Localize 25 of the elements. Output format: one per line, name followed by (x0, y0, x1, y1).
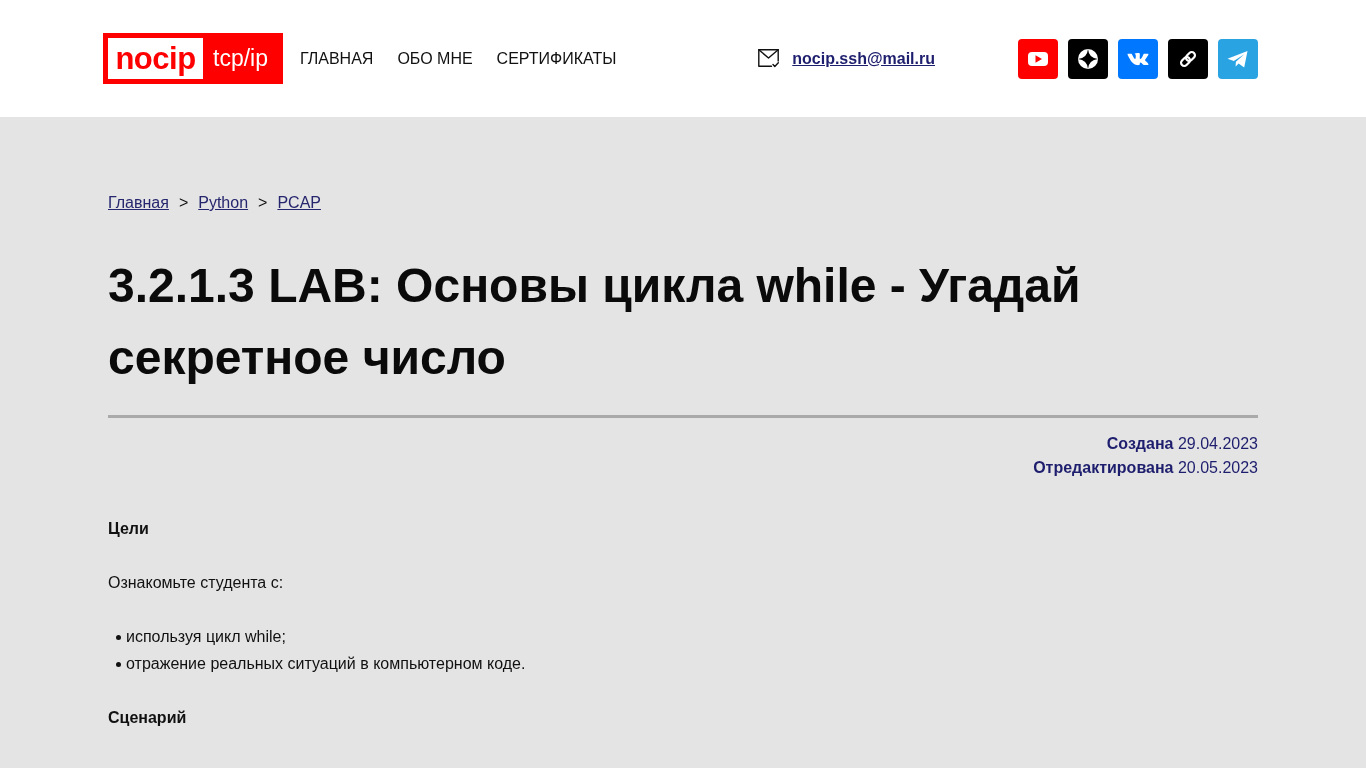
edited-date: Отредактирована 20.05.2023 (1033, 458, 1258, 478)
nav-link[interactable]: ОБО МНЕ (397, 48, 473, 69)
section-heading: Цели (108, 519, 150, 539)
bullet-icon (116, 661, 121, 667)
nav-link[interactable]: СЕРТИФИКАТЫ (496, 48, 617, 69)
vk-icon[interactable] (1118, 38, 1158, 79)
paragraph: Ознакомьте студента с: (108, 573, 285, 593)
breadcrumb-separator: > (258, 193, 268, 213)
breadcrumb-link[interactable]: PCAP (277, 191, 321, 215)
breadcrumb-separator: > (178, 193, 189, 213)
play-icon[interactable] (1018, 38, 1058, 79)
site-logo[interactable]: nocip tcp/ip (103, 33, 283, 84)
envelope-icon (758, 49, 780, 68)
bullet-icon (116, 634, 121, 640)
list-item: отражение реальных ситуаций в компьютерном коде. (126, 654, 526, 674)
page-title: 3.2.1.3 LAB: Основы цикла while - Угадай секретное число (108, 258, 1082, 386)
nav-link[interactable]: ГЛАВНАЯ (300, 48, 374, 69)
list-item: используя цикл while; (126, 627, 286, 647)
breadcrumb-link[interactable]: Python (198, 191, 249, 215)
breadcrumb-link[interactable]: Главная (108, 191, 169, 215)
chain-link-icon[interactable] (1168, 38, 1208, 79)
created-date: Создана 29.04.2023 (1106, 434, 1258, 454)
section-heading: Сценарий (108, 708, 188, 728)
email-link[interactable]: nocip.ssh@mail.ru (792, 48, 935, 69)
paper-plane-icon[interactable] (1218, 38, 1258, 79)
